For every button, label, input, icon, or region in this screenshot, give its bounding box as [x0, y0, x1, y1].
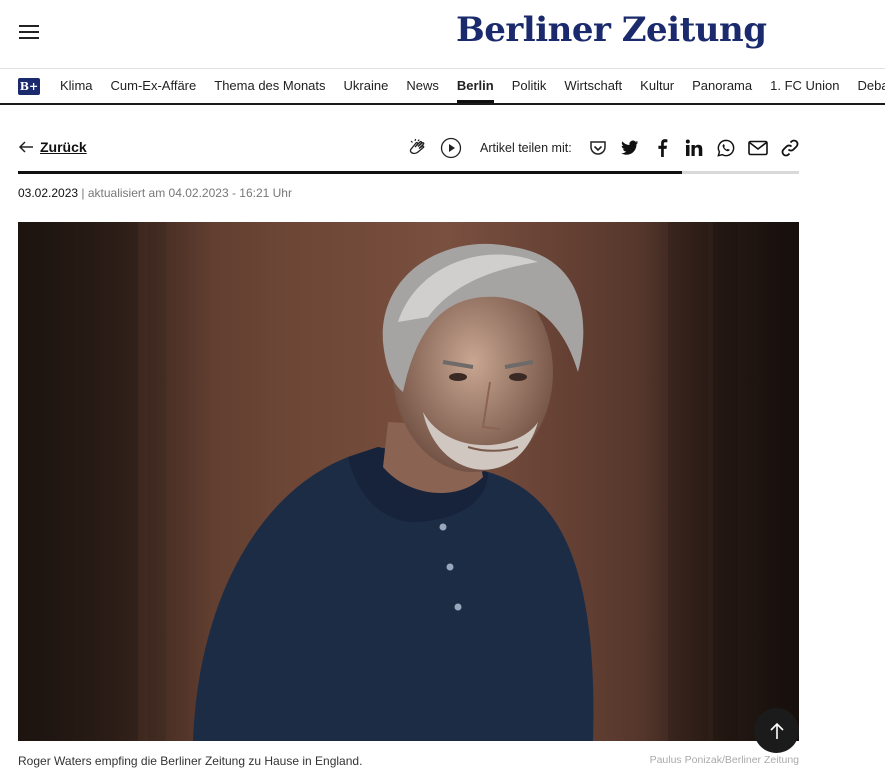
article-hero-image: [18, 222, 799, 741]
back-link[interactable]: Zurück: [18, 139, 87, 155]
clap-icon[interactable]: [405, 136, 429, 160]
nav-item-fc-union[interactable]: 1. FC Union: [770, 69, 839, 103]
whatsapp-icon[interactable]: [714, 136, 738, 160]
dateline: 03.02.2023 | aktualisiert am 04.02.2023 …: [18, 186, 292, 200]
nav-item-berlin[interactable]: Berlin: [456, 69, 494, 103]
arrow-up-icon: [769, 722, 784, 739]
twitter-icon[interactable]: [618, 136, 642, 160]
play-icon[interactable]: [439, 136, 463, 160]
updated-date: | aktualisiert am 04.02.2023 - 16:21 Uhr: [81, 186, 292, 200]
reading-progress-bar: [18, 171, 799, 174]
nav-item-ukraine[interactable]: Ukraine: [344, 69, 389, 103]
nav-item-wirtschaft[interactable]: Wirtschaft: [564, 69, 622, 103]
image-credit: Paulus Ponizak/Berliner Zeitung: [649, 754, 799, 766]
facebook-icon[interactable]: [650, 136, 674, 160]
scroll-to-top-button[interactable]: [754, 708, 799, 753]
nav-item-cum-ex[interactable]: Cum-Ex-Affäre: [111, 69, 197, 103]
nav-item-klima[interactable]: Klima: [60, 69, 93, 103]
nav-item-news[interactable]: News: [406, 69, 439, 103]
portrait-photo: [18, 222, 799, 741]
back-label: Zurück: [40, 139, 87, 155]
arrow-left-icon: [18, 141, 33, 153]
nav-item-debatte[interactable]: Debatte: [858, 69, 885, 103]
site-logo[interactable]: Berliner Zeitung: [456, 10, 767, 50]
published-date: 03.02.2023: [18, 186, 79, 200]
article-toolbar: Artikel teilen mit:: [405, 136, 802, 160]
image-caption: Roger Waters empfing die Berliner Zeitun…: [18, 754, 363, 768]
linkedin-icon[interactable]: [682, 136, 706, 160]
nav-item-thema-des-monats[interactable]: Thema des Monats: [214, 69, 325, 103]
share-label: Artikel teilen mit:: [480, 141, 572, 155]
link-icon[interactable]: [778, 136, 802, 160]
hamburger-menu-icon[interactable]: [19, 25, 39, 41]
nav-item-panorama[interactable]: Panorama: [692, 69, 752, 103]
section-nav: B+ Klima Cum-Ex-Affäre Thema des Monats …: [0, 69, 885, 105]
nav-item-kultur[interactable]: Kultur: [640, 69, 674, 103]
nav-items: Klima Cum-Ex-Affäre Thema des Monats Ukr…: [60, 69, 885, 103]
reading-progress-fill: [18, 171, 682, 174]
pocket-icon[interactable]: [586, 136, 610, 160]
mail-icon[interactable]: [746, 136, 770, 160]
bplus-logo-icon[interactable]: B+: [18, 78, 40, 95]
nav-item-politik[interactable]: Politik: [512, 69, 547, 103]
